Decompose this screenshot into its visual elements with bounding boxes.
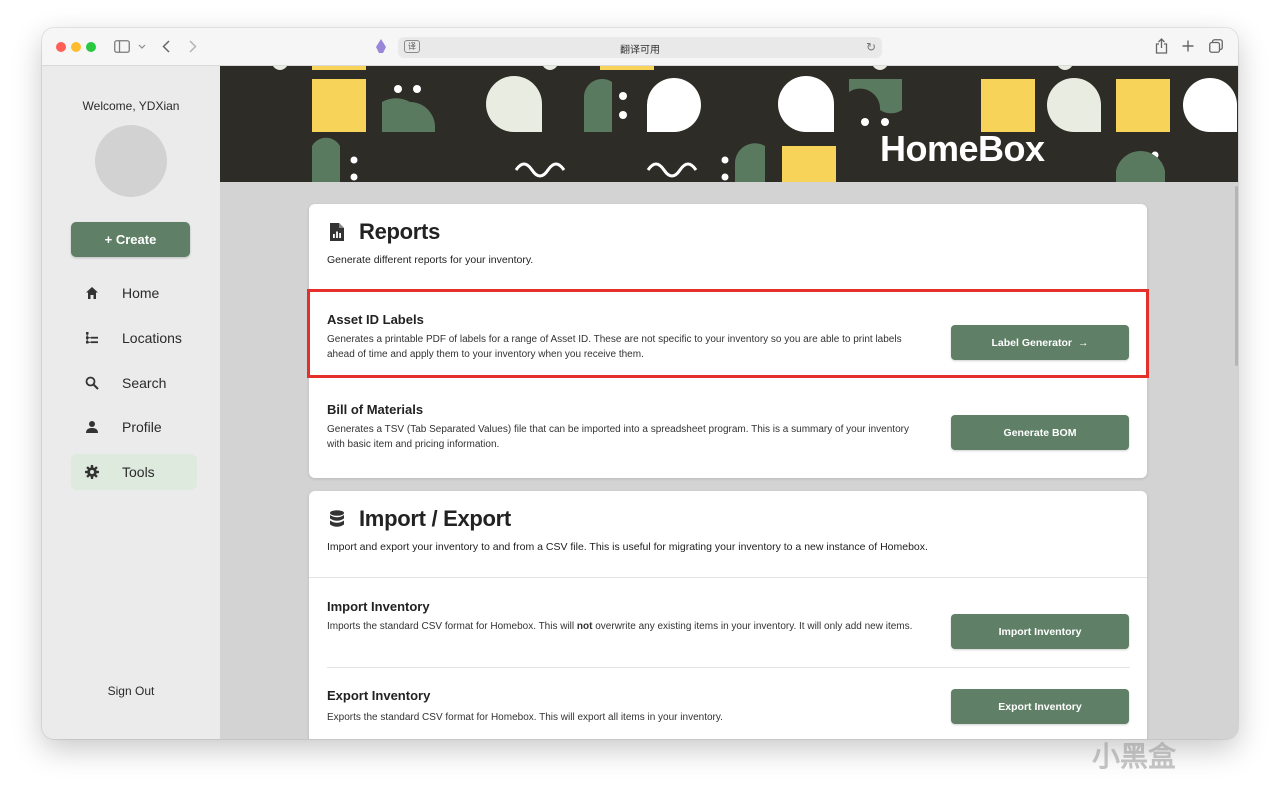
search-icon [85, 376, 99, 390]
tree-icon [86, 332, 98, 344]
address-bar[interactable]: 译 翻译可用 ↻ [398, 37, 882, 58]
zoom-window-button[interactable] [86, 42, 96, 52]
watermark: 小黑盒 [1092, 735, 1176, 775]
import-desc-part: Imports the standard CSV format for Home… [327, 621, 577, 632]
gear-icon [85, 465, 99, 479]
label-generator-button[interactable]: Label Generator → [951, 325, 1129, 360]
create-button[interactable]: + Create [71, 222, 190, 257]
asset-id-labels-title: Asset ID Labels [327, 312, 424, 327]
button-label: Label Generator [991, 336, 1073, 349]
watermark-text: 小黑盒 [1092, 741, 1177, 772]
sidebar-item-label: Home [122, 285, 160, 301]
avatar [95, 125, 167, 197]
arrow-right-icon: → [1078, 336, 1089, 349]
main-content: HomeBox Reports Generate different repor… [220, 66, 1238, 739]
forward-arrow-icon[interactable] [189, 40, 197, 53]
hero-pattern-graphic [273, 66, 1237, 182]
sign-out-link[interactable]: Sign Out [42, 684, 220, 698]
back-arrow-icon[interactable] [162, 40, 170, 53]
export-inventory-title: Export Inventory [327, 688, 431, 703]
sidebar-item-label: Search [122, 375, 167, 391]
sidebar-item-label: Profile [122, 419, 162, 435]
home-icon [86, 287, 98, 299]
sidebar-item-label: Locations [122, 330, 182, 346]
import-inventory-button[interactable]: Import Inventory [951, 614, 1129, 649]
divider [327, 667, 1130, 668]
welcome-text: Welcome, YDXian [82, 99, 180, 113]
button-label: Export Inventory [998, 700, 1082, 713]
sidebar-item-home[interactable]: Home [71, 275, 197, 311]
sidebar-item-search[interactable]: Search [71, 365, 197, 401]
scrollbar[interactable] [1235, 186, 1238, 366]
sidebar-item-profile[interactable]: Profile [71, 409, 197, 445]
bill-of-materials-description: Generates a TSV (Tab Separated Values) f… [327, 424, 909, 450]
browser-toolbar: 译 翻译可用 ↻ [42, 28, 1238, 66]
asset-id-labels-description: Generates a printable PDF of labels for … [327, 334, 902, 360]
import-desc-emphasis: not [576, 621, 593, 632]
divider [309, 577, 1147, 578]
minimize-window-button[interactable] [71, 42, 81, 52]
sidebar-item-label: Tools [122, 464, 155, 480]
bill-of-materials-title: Bill of Materials [327, 402, 424, 417]
sidebar: Welcome, YDXian + Create Home Locations [42, 66, 220, 739]
import-export-card: Import / Export Import and export your i… [309, 491, 1147, 739]
tab-overview-icon[interactable] [1209, 39, 1223, 53]
user-icon [86, 421, 98, 433]
browser-window: 译 翻译可用 ↻ Welcome, YDXian + Create Home L… [42, 28, 1238, 739]
reload-icon[interactable]: ↻ [866, 40, 876, 54]
sidebar-toggle-icon[interactable] [114, 40, 130, 53]
button-label: Import Inventory [998, 625, 1082, 638]
share-icon[interactable] [1155, 38, 1168, 54]
import-export-title: Import / Export [359, 506, 511, 531]
reports-card: Reports Generate different reports for y… [307, 204, 1149, 478]
import-desc-part: overwrite any existing items in your inv… [592, 621, 913, 632]
divider [309, 290, 1147, 291]
import-export-description: Import and export your inventory to and … [327, 541, 928, 553]
homebox-logo: HomeBox [880, 128, 1045, 169]
hero-banner: HomeBox [220, 66, 1238, 182]
export-inventory-button[interactable]: Export Inventory [951, 689, 1129, 724]
sidebar-item-tools[interactable]: Tools [71, 454, 197, 490]
reports-title: Reports [359, 219, 441, 244]
generate-bom-button[interactable]: Generate BOM [951, 415, 1129, 450]
import-inventory-title: Import Inventory [327, 599, 430, 614]
sidebar-item-locations[interactable]: Locations [71, 320, 197, 356]
extension-icon[interactable] [376, 39, 386, 53]
report-file-icon [330, 223, 344, 241]
button-label: Generate BOM [1003, 426, 1077, 439]
new-tab-icon[interactable] [1182, 40, 1194, 52]
import-inventory-description: Imports the standard CSV format for Home… [327, 619, 927, 634]
address-text: 翻译可用 [620, 45, 660, 56]
export-inventory-description: Exports the standard CSV format for Home… [327, 712, 723, 723]
reports-description: Generate different reports for your inve… [327, 254, 534, 266]
chevron-down-icon[interactable] [138, 44, 146, 49]
close-window-button[interactable] [56, 42, 66, 52]
database-icon [330, 510, 344, 527]
